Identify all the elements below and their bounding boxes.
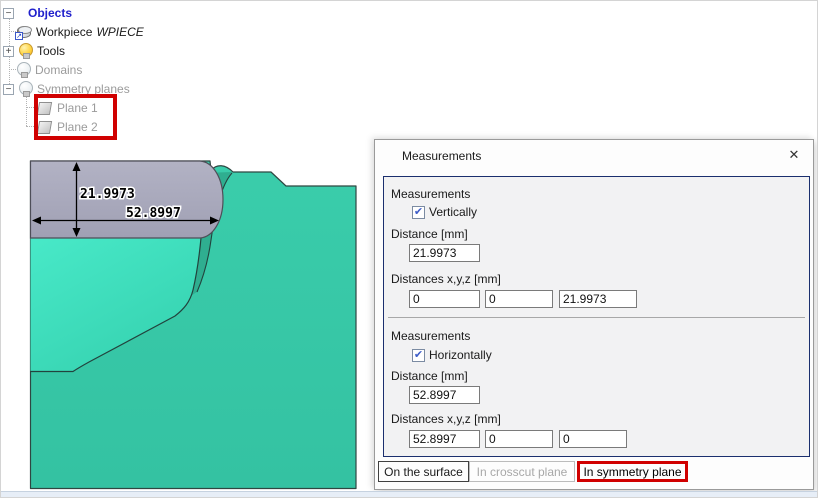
expand-icon[interactable]: + [3, 45, 14, 57]
distance-label: Distance [mm] [391, 227, 468, 241]
distance-input[interactable] [409, 244, 480, 262]
vertical-dimension-label: 21.9973 [80, 187, 135, 202]
tree-item-label: Workpiece [36, 25, 93, 39]
close-icon[interactable]: ✕ [785, 146, 803, 164]
tree-item-objects[interactable]: − Objects [3, 4, 72, 22]
tree-item-label: Objects [28, 6, 73, 20]
workpiece-icon: ↗ [15, 25, 32, 40]
tab-in-symmetry-plane[interactable]: In symmetry plane [577, 461, 688, 482]
horizontally-checkbox-row[interactable]: ✔ Horizontally [412, 348, 492, 362]
window-bottom-edge [1, 491, 817, 497]
vertically-checkbox-row[interactable]: ✔ Vertically [412, 205, 477, 219]
checkbox-label: Vertically [429, 205, 478, 219]
distance-y-input[interactable] [485, 430, 553, 448]
distance-y-input[interactable] [485, 290, 553, 308]
distances-xyz-label: Distances x,y,z [mm] [391, 412, 501, 426]
section-heading: Measurements [391, 329, 471, 343]
tab-in-crosscut-plane[interactable]: In crosscut plane [469, 461, 575, 482]
measurements-groupbox: Measurements ✔ Vertically Distance [mm] … [383, 176, 810, 457]
distance-z-input[interactable] [559, 430, 627, 448]
tree-connector [26, 97, 27, 126]
checkbox-label: Horizontally [429, 348, 492, 362]
visibility-bulb-icon[interactable] [16, 62, 31, 78]
distance-input[interactable] [409, 386, 480, 404]
section-heading: Measurements [391, 187, 471, 201]
distances-xyz-label: Distances x,y,z [mm] [391, 272, 501, 286]
dialog-title: Measurements [402, 149, 482, 163]
distance-x-input[interactable] [409, 290, 480, 308]
tree-item-name: WPIECE [96, 25, 144, 39]
measurement-mode-tabbar: On the surface In crosscut plane In symm… [375, 461, 813, 488]
distance-z-input[interactable] [559, 290, 637, 308]
tree-item-workpiece[interactable]: ↗ Workpiece WPIECE [15, 23, 144, 41]
tree-item-tools[interactable]: + Tools [3, 42, 65, 60]
horizontal-dimension-label: 52.8997 [126, 206, 181, 221]
annotation-highlight-planes [34, 94, 117, 140]
tab-on-the-surface[interactable]: On the surface [378, 461, 469, 482]
checkbox-checked-icon[interactable]: ✔ [412, 348, 425, 362]
app-window: 21.9973 52.8997 − Objects ↗ Workpiece WP… [0, 0, 818, 498]
collapse-icon[interactable]: − [3, 83, 14, 95]
tree-item-label: Domains [35, 63, 83, 77]
tree-item-label: Tools [37, 44, 66, 58]
checkbox-checked-icon[interactable]: ✔ [412, 205, 425, 219]
distance-x-input[interactable] [409, 430, 480, 448]
distance-label: Distance [mm] [391, 369, 468, 383]
link-overlay-icon: ↗ [15, 31, 23, 40]
tree-connector [9, 69, 16, 70]
measurements-dialog: Measurements ✕ Measurements ✔ Vertically… [374, 139, 814, 490]
tree-item-domains[interactable]: Domains [16, 61, 82, 79]
visibility-bulb-icon[interactable] [18, 81, 33, 97]
section-separator [388, 317, 805, 318]
collapse-icon[interactable]: − [3, 7, 14, 19]
visibility-bulb-icon[interactable] [18, 43, 33, 59]
